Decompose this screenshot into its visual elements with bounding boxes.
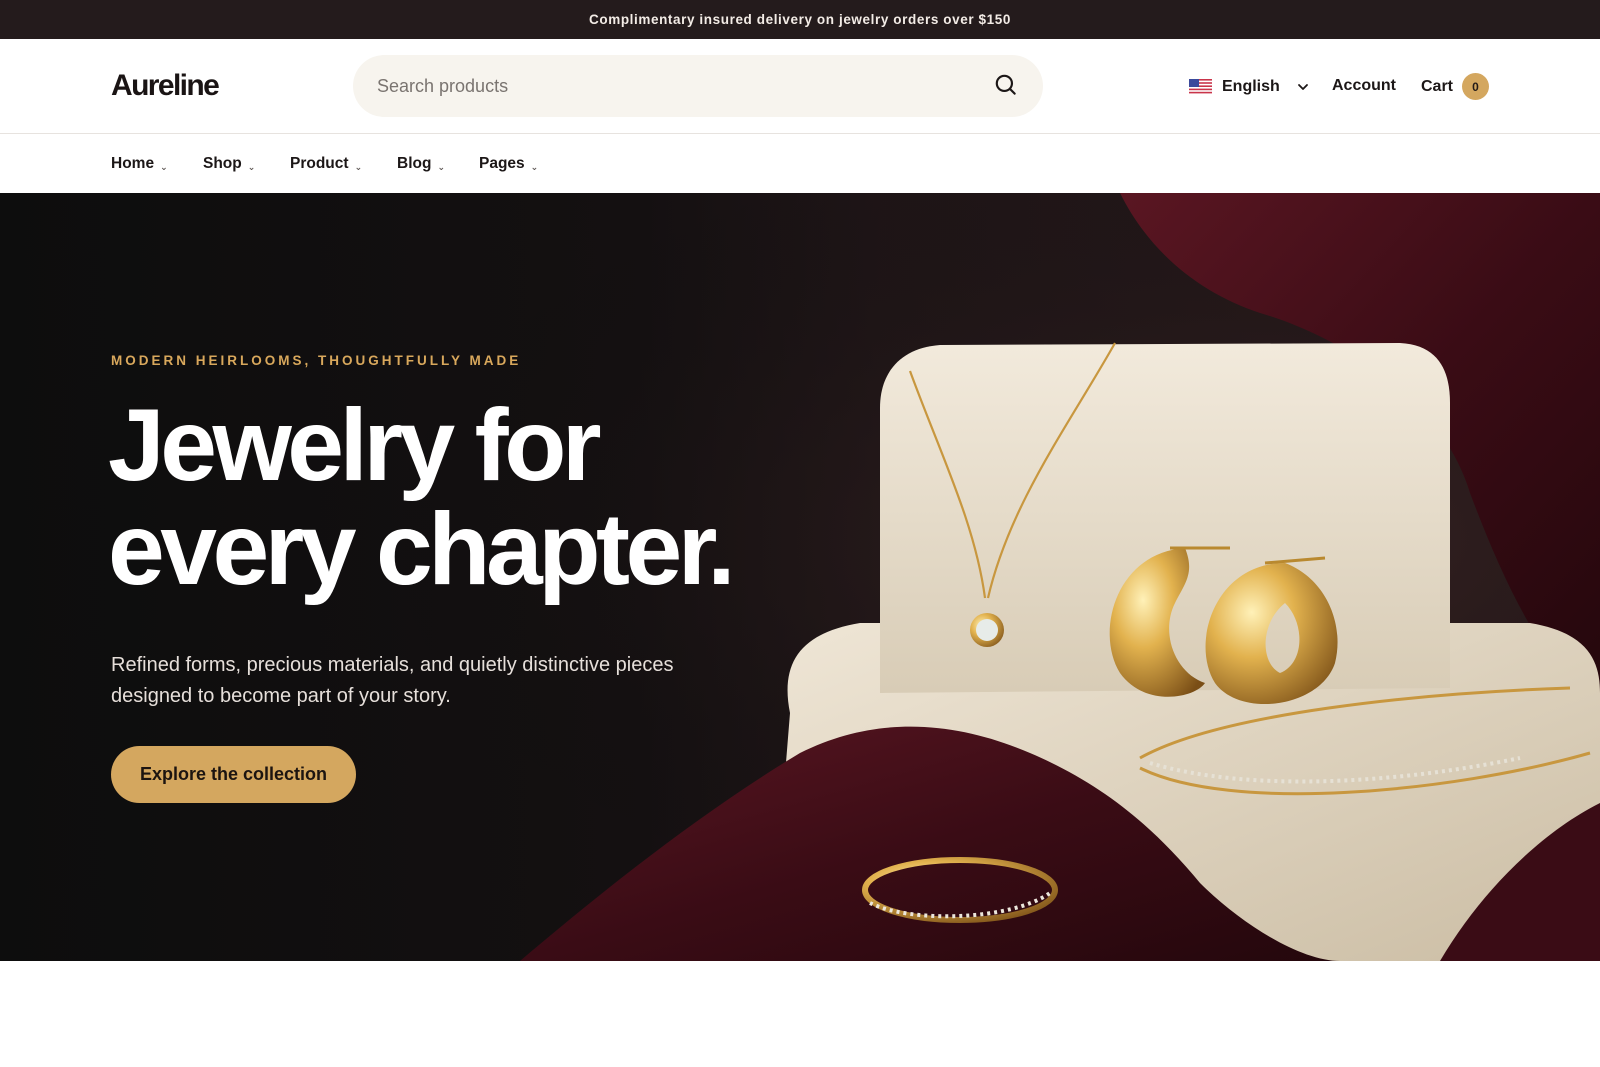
hero-title: Jewelry for every chapter. xyxy=(108,393,748,601)
main-navigation: Home ⌄ Shop ⌄ Product ⌄ Blog ⌄ Pages ⌄ xyxy=(0,135,1600,193)
search-icon[interactable] xyxy=(993,72,1019,98)
announcement-text: Complimentary insured delivery on jewelr… xyxy=(589,12,1011,27)
chevron-down-icon: ⌄ xyxy=(160,161,168,172)
hero-eyebrow: MODERN HEIRLOOMS, THOUGHTFULLY MADE xyxy=(111,353,522,368)
nav-item-product[interactable]: Product ⌄ xyxy=(290,155,362,173)
explore-collection-button[interactable]: Explore the collection xyxy=(111,746,356,803)
chevron-down-icon: ⌄ xyxy=(530,161,539,172)
hero-title-line: Jewelry for xyxy=(108,388,602,502)
nav-item-label: Product xyxy=(290,155,349,172)
hero-title-line: every chapter. xyxy=(108,492,736,606)
nav-item-label: Pages xyxy=(479,155,525,172)
chevron-down-icon: ⌄ xyxy=(437,161,445,172)
nav-item-shop[interactable]: Shop ⌄ xyxy=(203,155,255,173)
cart-label: Cart xyxy=(1421,77,1454,95)
nav-item-label: Shop xyxy=(203,155,242,172)
language-selector[interactable]: English xyxy=(1189,77,1310,97)
chevron-down-icon xyxy=(1297,84,1308,90)
account-link[interactable]: Account xyxy=(1332,77,1396,95)
us-flag-icon xyxy=(1189,79,1212,95)
search-bar[interactable]: Search products xyxy=(353,55,1043,117)
cart-button[interactable]: Cart 0 xyxy=(1421,73,1490,100)
chevron-down-icon: ⌄ xyxy=(247,161,256,172)
hero-subtitle: Refined forms, precious materials, and q… xyxy=(111,654,674,707)
cart-count-badge: 0 xyxy=(1462,73,1490,100)
nav-item-blog[interactable]: Blog ⌄ xyxy=(397,155,445,173)
search-input[interactable]: Search products xyxy=(377,76,508,97)
announcement-bar: Complimentary insured delivery on jewelr… xyxy=(0,0,1600,39)
chevron-down-icon: ⌄ xyxy=(354,161,363,172)
nav-item-home[interactable]: Home ⌄ xyxy=(111,155,168,173)
site-header: Aureline Search products English Account… xyxy=(0,39,1600,134)
nav-item-label: Home xyxy=(111,155,155,172)
hero-banner: MODERN HEIRLOOMS, THOUGHTFULLY MADE Jewe… xyxy=(0,193,1600,961)
nav-item-pages[interactable]: Pages ⌄ xyxy=(479,155,538,173)
nav-item-label: Blog xyxy=(397,155,432,172)
language-label: English xyxy=(1222,78,1280,95)
site-logo[interactable]: Aureline xyxy=(111,69,220,103)
